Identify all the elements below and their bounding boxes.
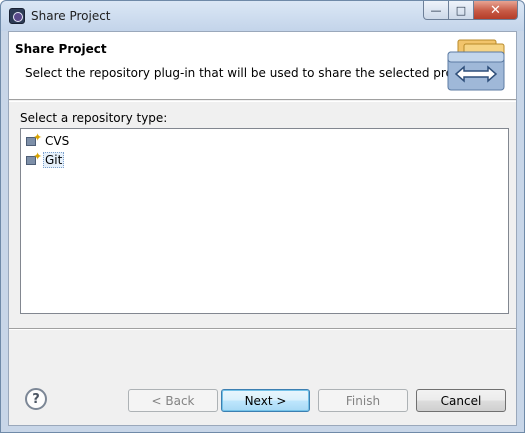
title-bar[interactable]: Share Project — □ ✕ [1,1,524,31]
share-project-dialog: Share Project — □ ✕ Share Project Select… [0,0,525,433]
repository-icon: ✦ [25,131,42,149]
minimize-button[interactable]: — [423,1,449,20]
dialog-content: Share Project Select the repository plug… [8,31,517,426]
repository-type-label: Select a repository type: [20,111,168,125]
window-controls: — □ ✕ [423,1,518,21]
wizard-header: Share Project Select the repository plug… [9,32,516,100]
list-item-label: Git [43,152,65,168]
back-button[interactable]: < Back [128,389,218,412]
next-button[interactable]: Next > [221,389,310,412]
eclipse-icon [9,8,25,24]
list-item-label: CVS [45,134,70,148]
page-description: Select the repository plug-in that will … [25,66,479,80]
list-item-git[interactable]: ✦ Git [25,150,65,169]
cancel-button[interactable]: Cancel [416,389,506,412]
page-title: Share Project [15,42,107,56]
share-folders-icon [447,39,505,91]
button-bar-divider [9,328,516,330]
window-title: Share Project [31,9,111,23]
header-divider [9,101,516,102]
repository-icon: ✦ [25,150,42,168]
help-icon[interactable]: ? [25,388,47,410]
finish-button[interactable]: Finish [318,389,408,412]
maximize-button[interactable]: □ [449,1,474,20]
close-button[interactable]: ✕ [474,1,518,20]
list-item-cvs[interactable]: ✦ CVS [25,131,71,150]
repository-type-list[interactable]: ✦ CVS ✦ Git [20,128,509,314]
